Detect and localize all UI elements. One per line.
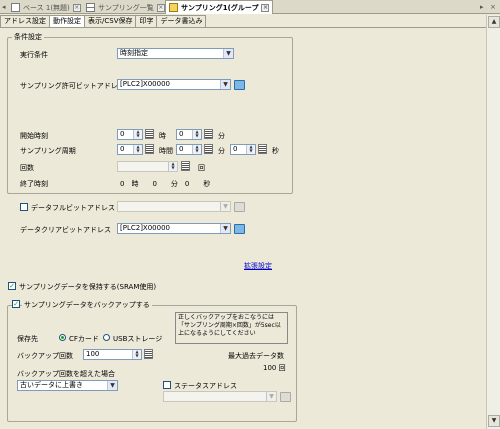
condition-legend: 条件設定: [12, 32, 44, 42]
tab-display-csv[interactable]: 表示/CSV保存: [84, 15, 137, 27]
address-input-button[interactable]: [280, 392, 291, 402]
status-address-select[interactable]: ▼: [163, 391, 277, 402]
keep-data-label: サンプリングデータを保持する(SRAM使用): [19, 283, 157, 291]
count-spin-disabled[interactable]: ▲ ▼: [117, 161, 178, 172]
hour-unit: 時: [159, 132, 166, 140]
tab-sampling-1[interactable]: サンプリング1(グループ ×: [165, 0, 274, 14]
tab-scroll-right-icon[interactable]: ▸: [480, 3, 484, 11]
close-icon[interactable]: ×: [261, 3, 270, 12]
tab-label: ベース 1(無題): [23, 3, 70, 12]
usb-radio[interactable]: [103, 334, 110, 341]
address-input-button[interactable]: [234, 80, 245, 90]
permit-bit-select[interactable]: [PLC2]X00000 ▼: [117, 79, 231, 90]
status-address-label: ステータスアドレス: [174, 382, 237, 390]
exceed-label: バックアップ回数を超えた場合: [17, 370, 115, 378]
exec-condition-select[interactable]: 時刻指定 ▼: [117, 48, 234, 59]
period-second-unit: 秒: [272, 147, 279, 155]
spin-arrows-icon[interactable]: ▲ ▼: [192, 130, 201, 139]
count-label: 回数: [20, 164, 34, 172]
tab-data-write[interactable]: データ書込み: [156, 15, 207, 27]
tab-scroll-left-icon[interactable]: ◂: [2, 3, 6, 11]
vertical-scrollbar[interactable]: ▲ ▼: [486, 15, 500, 429]
start-time-label: 開始時刻: [20, 132, 48, 140]
tab-close-all-icon[interactable]: ×: [490, 3, 496, 11]
close-icon[interactable]: ×: [72, 3, 81, 12]
period-hour-spin[interactable]: 0 ▲ ▼: [117, 144, 143, 155]
keypad-icon[interactable]: [258, 144, 267, 154]
list-doc-icon: [86, 3, 95, 12]
cf-card-radio[interactable]: [59, 334, 66, 341]
dataful-label: データフルビットアドレス: [31, 204, 115, 212]
chevron-down-icon[interactable]: ▼: [220, 80, 230, 89]
keypad-icon[interactable]: [145, 129, 154, 139]
exec-condition-label: 実行条件: [20, 51, 48, 59]
backup-note: 正しくバックアップをおこなうには「サンプリング周期×回数」が5sec以上になるよ…: [175, 312, 288, 344]
clear-bit-label: データクリアビットアドレス: [20, 226, 111, 234]
period-label: サンプリング周期: [20, 147, 76, 155]
keypad-icon[interactable]: [145, 144, 154, 154]
spin-arrows-icon[interactable]: ▲ ▼: [133, 145, 142, 154]
dest-label: 保存先: [17, 335, 38, 343]
spin-arrows-icon[interactable]: ▲ ▼: [168, 162, 177, 171]
end-time-label: 終了時刻: [20, 180, 48, 188]
spin-arrows-icon[interactable]: ▲ ▼: [246, 145, 255, 154]
tab-base-1[interactable]: ベース 1(無題) ×: [8, 1, 84, 14]
spin-arrows-icon[interactable]: ▲ ▼: [192, 145, 201, 154]
keep-data-checkbox[interactable]: ✓: [8, 282, 16, 290]
keypad-icon[interactable]: [144, 349, 153, 359]
period-hour-unit: 時間: [159, 147, 173, 155]
tab-label: サンプリング一覧: [98, 3, 154, 12]
dataful-select[interactable]: ▼: [117, 201, 231, 212]
chevron-down-icon[interactable]: ▼: [220, 224, 230, 233]
tab-label: サンプリング1(グループ: [181, 3, 259, 12]
extended-settings-link[interactable]: 拡張設定: [244, 261, 272, 271]
period-minute-unit: 分: [218, 147, 225, 155]
chevron-down-icon[interactable]: ▼: [223, 49, 233, 58]
backup-count-label: バックアップ回数: [17, 352, 73, 360]
spin-arrows-icon[interactable]: ▲ ▼: [133, 130, 142, 139]
document-tab-bar: ◂ ベース 1(無題) × サンプリング一覧 × サンプリング1(グループ × …: [0, 0, 500, 14]
chevron-down-icon[interactable]: ▼: [107, 381, 117, 390]
clear-bit-select[interactable]: [PLC2]X00000 ▼: [117, 223, 231, 234]
scroll-down-icon[interactable]: ▼: [488, 415, 500, 427]
keypad-icon[interactable]: [204, 129, 213, 139]
keypad-icon[interactable]: [204, 144, 213, 154]
keypad-icon[interactable]: [181, 161, 190, 171]
period-sec-spin[interactable]: 0 ▲ ▼: [230, 144, 256, 155]
minute-unit: 分: [218, 132, 225, 140]
sampling-doc-icon: [169, 3, 178, 12]
tab-address-settings[interactable]: アドレス設定: [0, 15, 50, 27]
settings-tab-strip: アドレス設定 動作設定 表示/CSV保存 印字 データ書込み: [0, 15, 207, 28]
status-address-checkbox[interactable]: [163, 381, 171, 389]
start-hour-spin[interactable]: 0 ▲ ▼: [117, 129, 143, 140]
chevron-down-icon[interactable]: ▼: [220, 202, 230, 211]
count-unit: 回: [198, 164, 205, 172]
max-history-value: 100 回: [263, 364, 286, 372]
tab-print[interactable]: 印字: [135, 15, 158, 27]
backup-count-spin[interactable]: 100 ▲ ▼: [83, 349, 142, 360]
backup-checkbox[interactable]: ✓: [12, 300, 20, 308]
tab-sampling-list[interactable]: サンプリング一覧 ×: [83, 1, 168, 14]
permit-bit-label: サンプリング許可ビットアドレス: [20, 82, 125, 90]
cf-card-label: CFカード: [69, 335, 99, 343]
backup-label: サンプリングデータをバックアップする: [22, 300, 152, 310]
screen-doc-icon: [11, 3, 20, 12]
address-input-button[interactable]: [234, 224, 245, 234]
dataful-checkbox[interactable]: [20, 203, 28, 211]
scroll-up-icon[interactable]: ▲: [488, 16, 500, 28]
close-icon[interactable]: ×: [156, 3, 165, 12]
max-history-label: 最大過去データ数: [228, 352, 284, 360]
exceed-select[interactable]: 古いデータに上書き ▼: [17, 380, 118, 391]
end-time-value: 0 時 0 分 0 秒: [120, 180, 211, 188]
period-min-spin[interactable]: 0 ▲ ▼: [176, 144, 202, 155]
usb-label: USBストレージ: [113, 335, 163, 343]
address-input-button[interactable]: [234, 202, 245, 212]
start-min-spin[interactable]: 0 ▲ ▼: [176, 129, 202, 140]
chevron-down-icon[interactable]: ▼: [266, 392, 276, 401]
spin-arrows-icon[interactable]: ▲ ▼: [132, 350, 141, 359]
